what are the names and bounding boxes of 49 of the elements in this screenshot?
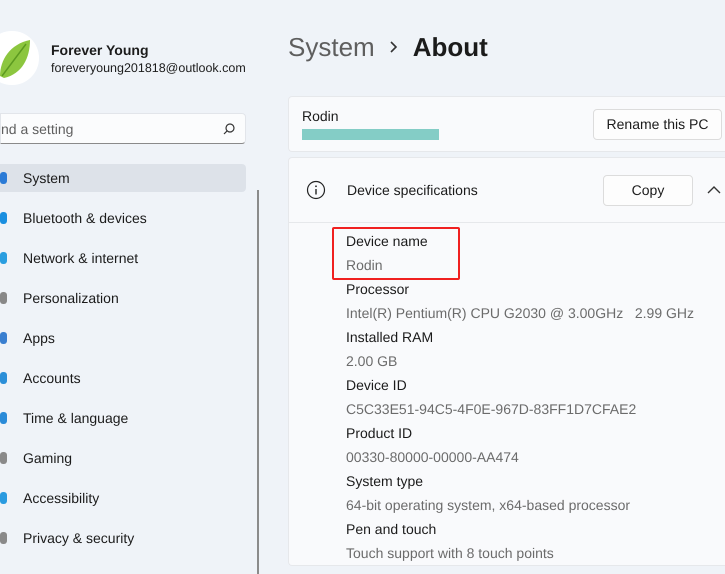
category-icon bbox=[0, 530, 8, 546]
search-box[interactable]: nd a setting bbox=[0, 113, 246, 144]
category-icon bbox=[0, 170, 8, 186]
nav-item[interactable]: System bbox=[0, 164, 246, 192]
chevron-icon[interactable] bbox=[707, 185, 721, 195]
account-email: foreveryoung201818@outlook.com bbox=[51, 60, 246, 74]
search-icon bbox=[223, 122, 235, 134]
spec-label: Processor bbox=[346, 280, 410, 299]
category-icon bbox=[0, 290, 8, 306]
info-icon bbox=[306, 180, 326, 200]
nav-item[interactable]: Personalization bbox=[0, 284, 246, 312]
nav-item[interactable]: Time & language bbox=[0, 404, 246, 432]
breadcrumb-item[interactable]: System bbox=[288, 32, 375, 62]
rename-button[interactable]: Rename this PC bbox=[593, 108, 722, 140]
account-name: Forever Young bbox=[51, 42, 150, 58]
category-icon bbox=[0, 490, 8, 506]
pc-name: Rodin bbox=[302, 108, 340, 124]
spec-value: 00330-80000-00000-AA474 bbox=[346, 448, 520, 467]
spec-value: Intel(R) Pentium(R) CPU G2030 @ 3.00GHz 2.99 GHz bbox=[346, 304, 695, 323]
spec-label: Pen and touch bbox=[346, 520, 438, 539]
nav-item[interactable]: Gaming bbox=[0, 444, 246, 472]
spec-label: System type bbox=[346, 472, 424, 491]
category-icon bbox=[0, 210, 8, 226]
spec-value: Rodin bbox=[346, 256, 384, 275]
spec-label: Product ID bbox=[346, 424, 414, 443]
breadcrumb-item: About bbox=[412, 32, 488, 62]
nav-item[interactable]: Privacy & security bbox=[0, 524, 246, 552]
chevron-right-icon bbox=[388, 40, 399, 54]
nav-item[interactable]: Accounts bbox=[0, 364, 246, 392]
leaf-avatar-icon bbox=[0, 30, 40, 86]
copy-button[interactable]: Copy bbox=[603, 174, 693, 206]
spec-label: Installed RAM bbox=[346, 328, 434, 347]
spec-value: 2.00 GB bbox=[346, 352, 398, 371]
spec-value: Touch support with 8 touch points bbox=[346, 544, 555, 563]
category-icon bbox=[0, 370, 8, 386]
category-icon bbox=[0, 450, 8, 466]
nav-item[interactable]: Bluetooth & devices bbox=[0, 204, 246, 232]
nav-item[interactable]: Network & internet bbox=[0, 244, 246, 272]
category-icon bbox=[0, 410, 8, 426]
spec-value: 64-bit operating system, x64-based processor bbox=[346, 496, 632, 515]
spec-label: Device name bbox=[346, 232, 429, 251]
spec-label: Device ID bbox=[346, 376, 408, 395]
nav-item[interactable]: Accessibility bbox=[0, 484, 246, 512]
search-field[interactable]: nd a setting bbox=[1, 120, 223, 136]
category-icon bbox=[0, 330, 8, 346]
spec-value: C5C33E51-94C5-4F0E-967D-83FF1D7CFAE2 bbox=[346, 400, 638, 419]
category-icon bbox=[0, 250, 8, 266]
nav-item[interactable]: Apps bbox=[0, 324, 246, 352]
section-title: Device specifications bbox=[347, 182, 479, 198]
